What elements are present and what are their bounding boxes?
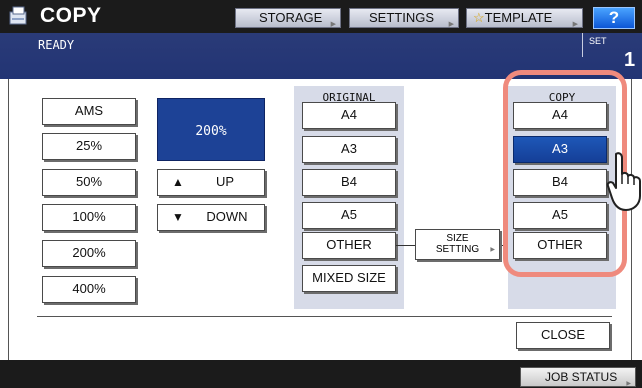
top-bar: COPY STORAGE ▶ SETTINGS ▶ ☆TEMPLATE ▶ ? [0,0,642,33]
chevron-right-icon: ▶ [330,21,336,28]
zoom-400-button[interactable]: 400% [42,276,136,303]
chevron-right-icon: ▶ [490,247,495,253]
zoom-100-button[interactable]: 100% [42,204,136,231]
tab-settings[interactable]: SETTINGS ▶ [349,8,459,28]
zoom-up-button[interactable]: ▲ UP [157,169,265,196]
triangle-up-icon: ▲ [172,175,184,189]
size-setting-line2: SETTING [435,244,480,255]
tab-template[interactable]: ☆TEMPLATE ▶ [466,8,583,28]
set-divider [582,33,583,57]
mixed-size-button[interactable]: MIXED SIZE [302,265,396,292]
zoom-down-label: DOWN [206,209,248,224]
zoom-down-button[interactable]: ▼ DOWN [157,204,265,231]
tab-storage-label: STORAGE [259,10,323,25]
chevron-right-icon: ▶ [626,381,631,387]
star-icon: ☆ [473,10,485,25]
close-button[interactable]: CLOSE [516,322,610,349]
tab-storage[interactable]: STORAGE ▶ [235,8,341,28]
original-a3-button[interactable]: A3 [302,136,396,163]
machine-status: READY [38,38,75,52]
zoom-50-button[interactable]: 50% [42,169,136,196]
help-button[interactable]: ? [593,7,635,29]
tab-settings-label: SETTINGS [369,10,435,25]
original-a5-button[interactable]: A5 [302,202,396,229]
original-a4-button[interactable]: A4 [302,102,396,129]
app-title: COPY [40,4,102,27]
zoom-display: 200% [157,98,265,161]
zoom-ams-button[interactable]: AMS [42,98,136,125]
triangle-down-icon: ▼ [172,210,184,224]
connector-line-left [396,245,415,246]
job-status-button[interactable]: JOB STATUS ▶ [520,367,636,387]
original-b4-button[interactable]: B4 [302,169,396,196]
divider [37,316,612,317]
tab-template-label: TEMPLATE [484,10,553,25]
zoom-up-label: UP [215,174,235,189]
chevron-right-icon: ▶ [572,21,578,28]
job-status-label: JOB STATUS [545,370,618,384]
pointing-hand-icon [606,152,641,211]
zoom-200-button[interactable]: 200% [42,240,136,267]
set-label: SET [589,36,607,46]
original-other-button[interactable]: OTHER [302,232,396,259]
copy-icon [9,6,27,25]
set-count: 1 [624,49,636,71]
chevron-right-icon: ▶ [448,21,454,28]
size-setting-button[interactable]: SIZE SETTING ▶ [415,229,500,260]
size-setting-line1: SIZE [446,233,469,244]
zoom-25-button[interactable]: 25% [42,133,136,160]
